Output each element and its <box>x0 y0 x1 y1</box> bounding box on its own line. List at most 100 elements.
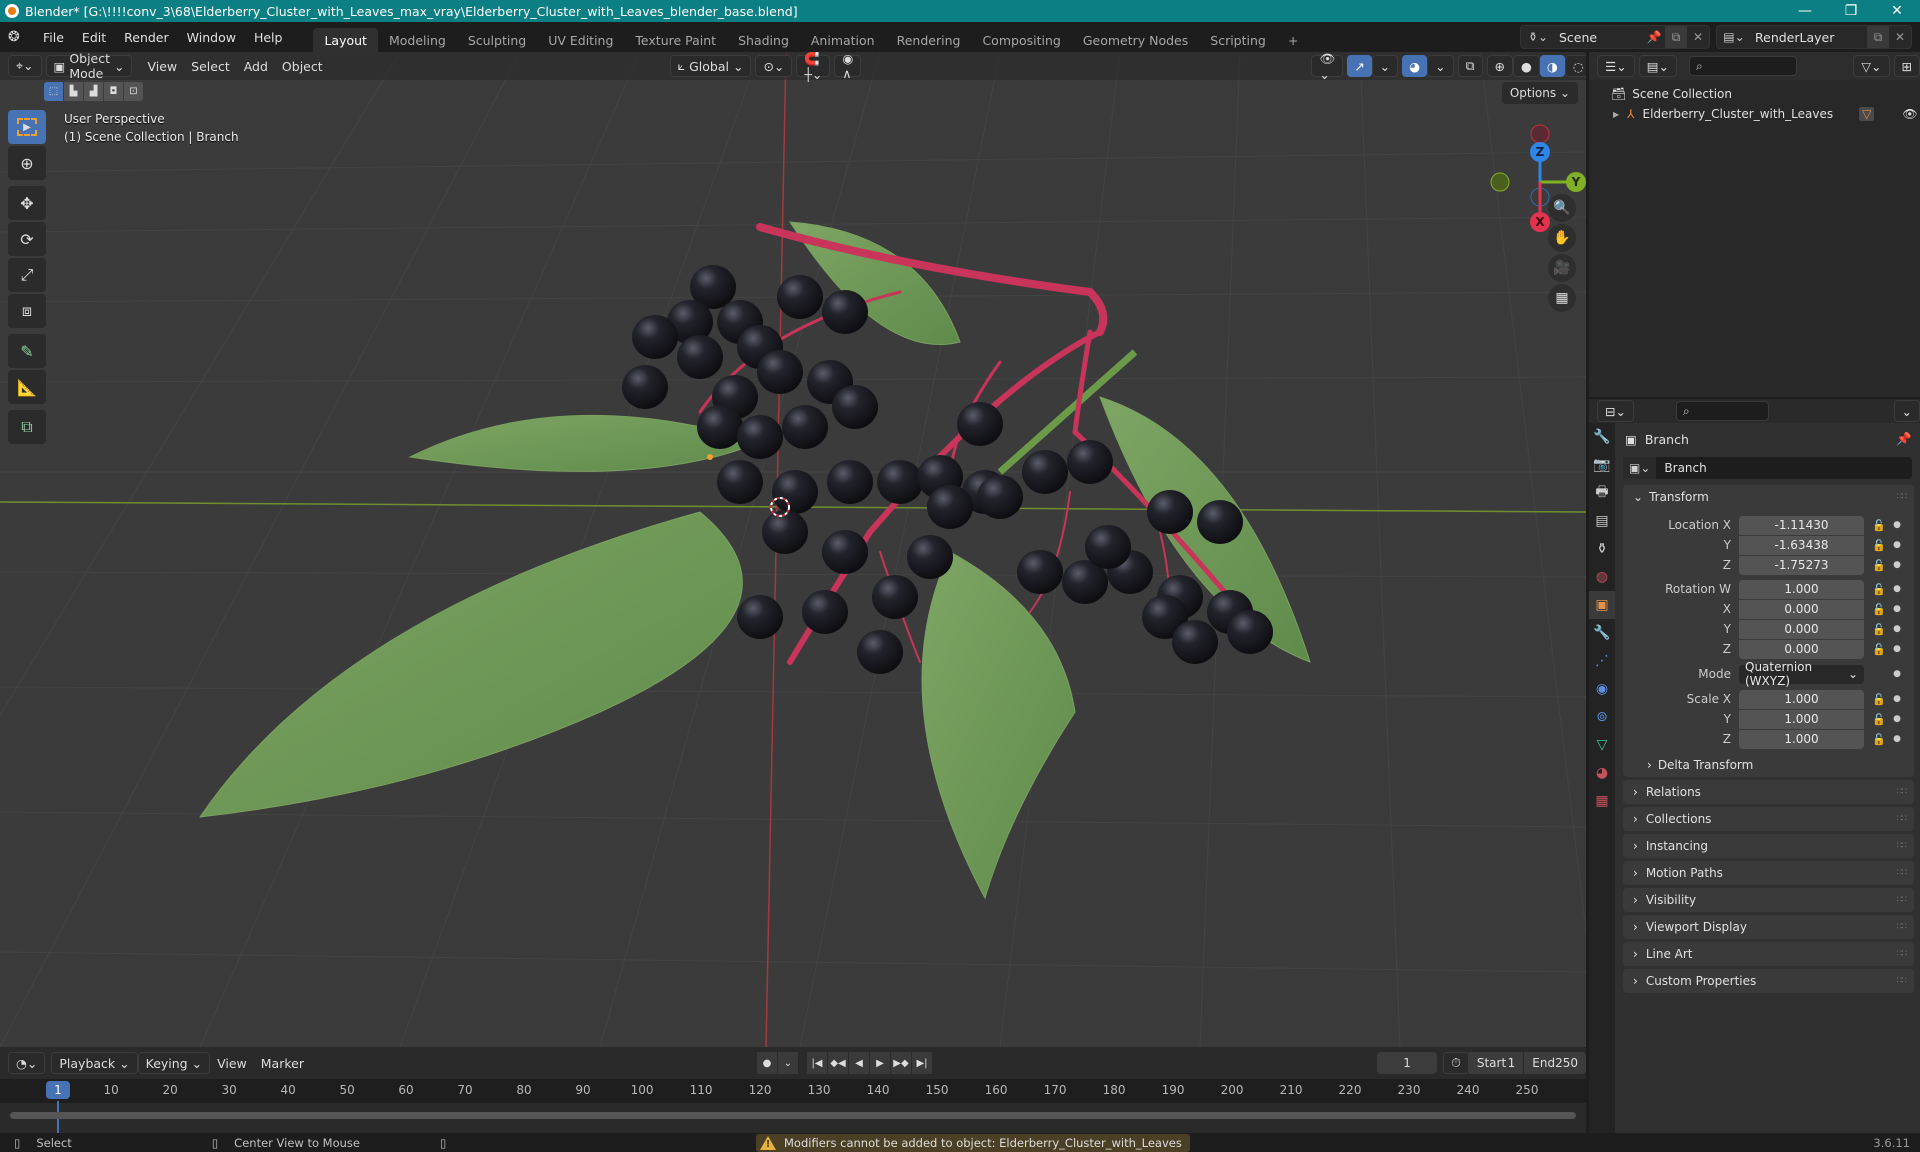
menu-edit[interactable]: Edit <box>73 30 115 45</box>
tab-layout[interactable]: Layout <box>313 28 378 52</box>
play-reverse-button[interactable]: ◀ <box>848 1052 869 1074</box>
new-collection-button[interactable]: ⊞ <box>1893 55 1920 77</box>
next-keyframe-button[interactable]: ▶◆ <box>890 1052 911 1074</box>
delete-view-layer-button[interactable]: ✕ <box>1889 26 1911 48</box>
lock-icon[interactable]: 🔓 <box>1868 539 1890 552</box>
object-name-field[interactable]: ▣⌄ Branch <box>1623 457 1912 479</box>
panel-header[interactable]: › Visibility ∷∷ <box>1623 888 1914 912</box>
lock-icon[interactable]: 🔓 <box>1868 519 1890 532</box>
lock-icon[interactable]: 🔓 <box>1868 583 1890 596</box>
marker-menu[interactable]: Marker <box>254 1052 311 1074</box>
new-view-layer-button[interactable]: ⧉ <box>1867 26 1889 48</box>
select-invert-button[interactable]: ◘ <box>104 82 123 101</box>
transform-panel-header[interactable]: ⌄ Transform ∷∷ <box>1623 485 1914 509</box>
editor-type-button[interactable]: ⌖⌄ <box>8 55 42 77</box>
shading-material-button[interactable]: ◑ <box>1539 55 1565 77</box>
select-box-tool[interactable]: ▶ <box>8 110 46 144</box>
add-cube-tool[interactable]: ⧉ <box>8 410 46 444</box>
drag-handle-icon[interactable]: ∷∷ <box>1897 841 1908 851</box>
lock-icon[interactable]: 🔓 <box>1868 713 1890 726</box>
pivot-point-button[interactable]: ⊙⌄ <box>755 55 793 77</box>
properties-search-input[interactable]: ⌕ <box>1675 401 1769 421</box>
rotation-w-field[interactable]: 1.000 <box>1739 579 1864 599</box>
scale-x-field[interactable]: 1.000 <box>1739 689 1864 709</box>
tab-scene[interactable]: ⚱ <box>1589 535 1615 563</box>
menu-help[interactable]: Help <box>245 30 292 45</box>
move-tool[interactable]: ✥ <box>8 186 46 220</box>
annotate-tool[interactable]: ✎ <box>8 334 46 368</box>
pin-icon[interactable]: 📌 <box>1896 431 1912 447</box>
panel-header[interactable]: › Viewport Display ∷∷ <box>1623 915 1914 939</box>
visibility-selector[interactable]: 👁⌄ <box>1311 52 1344 82</box>
shading-solid-button[interactable]: ● <box>1512 55 1540 77</box>
scene-selector[interactable]: ⚱⌄ Scene 📌 ⧉ ✕ <box>1520 25 1710 49</box>
keyframe-dot-icon[interactable]: ● <box>1890 669 1904 679</box>
lock-icon[interactable]: 🔓 <box>1868 559 1890 572</box>
menu-object[interactable]: Object <box>275 55 330 77</box>
gizmo-toggle[interactable]: ↗ <box>1347 55 1372 77</box>
rotation-z-field[interactable]: 0.000 <box>1739 639 1864 659</box>
panel-line-art[interactable]: › Line Art ∷∷ <box>1623 942 1914 966</box>
tab-world[interactable]: ◍ <box>1589 563 1615 591</box>
lock-icon[interactable]: 🔓 <box>1868 603 1890 616</box>
zoom-view-button[interactable]: 🔍 <box>1548 194 1576 222</box>
drag-handle-icon[interactable]: ∷∷ <box>1897 976 1908 986</box>
keyframe-dot-icon[interactable]: ● <box>1890 694 1904 704</box>
panel-header[interactable]: › Line Art ∷∷ <box>1623 942 1914 966</box>
pin-icon[interactable]: 📌 <box>1643 26 1665 48</box>
end-frame-field[interactable]: End 250 <box>1524 1052 1586 1074</box>
tab-rendering[interactable]: Rendering <box>886 28 972 52</box>
view-layer-name[interactable]: RenderLayer <box>1751 30 1867 45</box>
record-button[interactable]: ● <box>756 1052 777 1074</box>
expand-arrow-icon[interactable]: ▶ <box>1613 110 1619 119</box>
scale-y-field[interactable]: 1.000 <box>1739 709 1864 729</box>
panel-collections[interactable]: › Collections ∷∷ <box>1623 807 1914 831</box>
tab-shading[interactable]: Shading <box>727 28 800 52</box>
tab-output[interactable]: 🖶 <box>1589 479 1615 507</box>
panel-relations[interactable]: › Relations ∷∷ <box>1623 780 1914 804</box>
menu-window[interactable]: Window <box>178 30 245 45</box>
record-dropdown[interactable]: ⌄ <box>777 1052 798 1074</box>
timeline-ruler[interactable]: 1 10 20 30 40 50 60 70 80 90 100 110 120 130 140 150 16… <box>0 1079 1586 1103</box>
location-x-field[interactable]: -1.11430 <box>1739 515 1864 535</box>
keyframe-dot-icon[interactable]: ● <box>1890 520 1904 530</box>
rotation-mode-dropdown[interactable]: Quaternion (WXYZ) ⌄ <box>1739 660 1864 688</box>
rotation-x-field[interactable]: 0.000 <box>1739 599 1864 619</box>
keyframe-dot-icon[interactable]: ● <box>1890 714 1904 724</box>
panel-header[interactable]: › Instancing ∷∷ <box>1623 834 1914 858</box>
ortho-toggle-button[interactable]: ▦ <box>1548 284 1576 312</box>
panel-header[interactable]: › Collections ∷∷ <box>1623 807 1914 831</box>
shading-rendered-button[interactable]: ◌ <box>1564 55 1586 77</box>
cursor-tool[interactable]: ⊕ <box>8 146 46 180</box>
outliner-scene-collection[interactable]: 🗃 Scene Collection <box>1589 84 1920 104</box>
blender-menu-icon[interactable]: ❂ <box>8 29 24 45</box>
warning-message[interactable]: ! Modifiers cannot be added to object: E… <box>756 1134 1190 1152</box>
prev-keyframe-button[interactable]: ◆◀ <box>827 1052 848 1074</box>
visibility-eye-icon[interactable]: 👁 <box>1902 107 1917 121</box>
xray-toggle[interactable]: ⧉ <box>1457 55 1483 77</box>
panel-header[interactable]: › Custom Properties ∷∷ <box>1623 969 1914 993</box>
timeline-scrollbar[interactable] <box>10 1112 1576 1119</box>
tab-modifiers[interactable]: 🔧 <box>1589 619 1615 647</box>
keyframe-dot-icon[interactable]: ● <box>1890 644 1904 654</box>
scale-tool[interactable]: ⤢ <box>8 258 46 292</box>
tab-uv-editing[interactable]: UV Editing <box>537 28 624 52</box>
keyframe-dot-icon[interactable]: ● <box>1890 540 1904 550</box>
panel-custom-properties[interactable]: › Custom Properties ∷∷ <box>1623 969 1914 993</box>
proportional-edit-toggle[interactable]: ◉ ∧ <box>834 52 862 81</box>
select-extend-button[interactable]: ▙ <box>64 82 83 101</box>
keyframe-dot-icon[interactable]: ● <box>1890 584 1904 594</box>
options-dropdown[interactable]: Options ⌄ <box>1501 82 1578 104</box>
shading-wireframe-button[interactable]: ⊕ <box>1486 55 1513 77</box>
panel-motion-paths[interactable]: › Motion Paths ∷∷ <box>1623 861 1914 885</box>
menu-view[interactable]: View <box>140 55 184 77</box>
tab-physics[interactable]: ◉ <box>1589 675 1615 703</box>
mode-selector[interactable]: ▣ Object Mode ⌄ <box>45 52 133 81</box>
overlay-toggle[interactable]: ◕ <box>1402 55 1428 77</box>
location-y-field[interactable]: -1.63438 <box>1739 535 1864 555</box>
jump-start-button[interactable]: |◀ <box>806 1052 827 1074</box>
3d-viewport[interactable]: ⌖⌄ ▣ Object Mode ⌄ View Select Add Objec… <box>0 52 1586 1047</box>
tab-texture[interactable]: ▦ <box>1589 787 1615 815</box>
tab-tool[interactable]: 🔧 <box>1589 423 1615 451</box>
lock-icon[interactable]: 🔓 <box>1868 733 1890 746</box>
